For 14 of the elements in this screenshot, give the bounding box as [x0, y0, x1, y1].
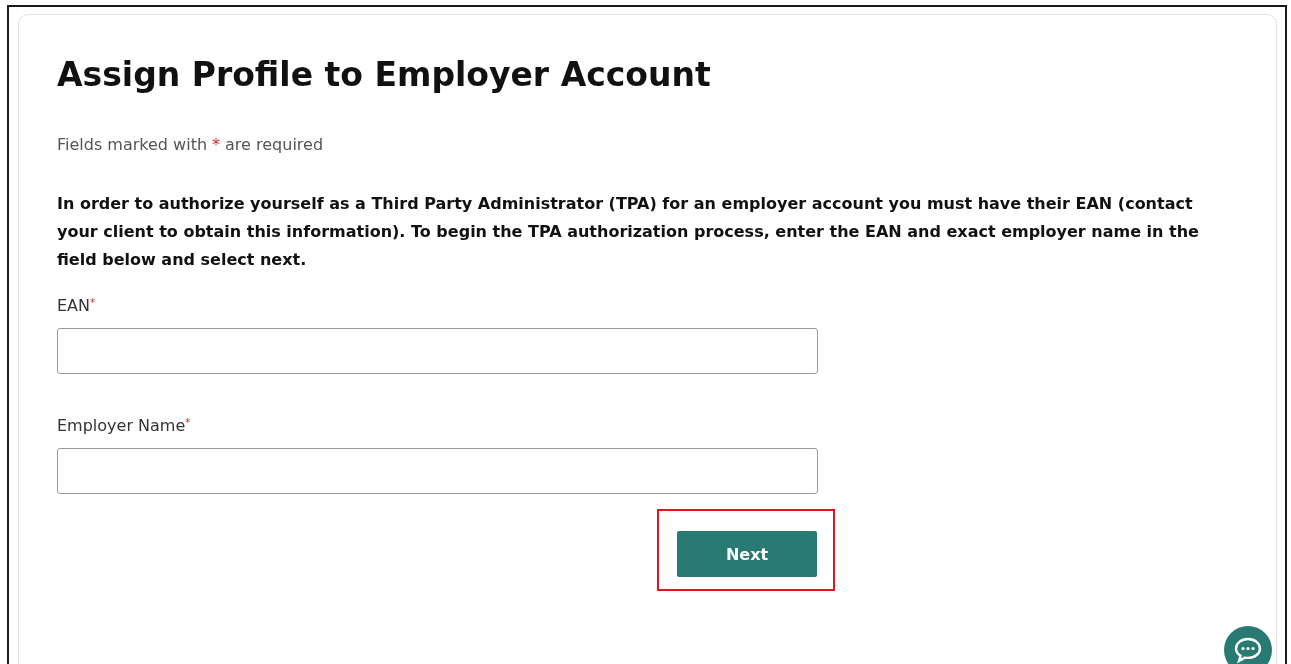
page-title: Assign Profile to Employer Account [57, 54, 712, 96]
required-note: Fields marked with [57, 135, 208, 154]
instructions-text: In order to authorize yourself as a Third Party Administrator (TPA) for an employer account you must have their EAN (contact your client to obtain this information). To begin the TPA authorization process, enter the EAN and exact employer name in the field below and select next. [57, 193, 1200, 271]
required-mark: * [90, 296, 96, 308]
required-mark: * [212, 135, 221, 154]
input-field[interactable] [57, 448, 818, 494]
chat-button[interactable] [1224, 626, 1272, 664]
field-label: Employer Name [57, 415, 186, 437]
required-mark: * [185, 416, 191, 428]
input-field[interactable] [57, 328, 818, 374]
required-note: are required [225, 135, 324, 154]
field-label: EAN [57, 295, 91, 317]
chat-icon [1234, 637, 1262, 663]
next-button[interactable]: Next [677, 531, 817, 577]
